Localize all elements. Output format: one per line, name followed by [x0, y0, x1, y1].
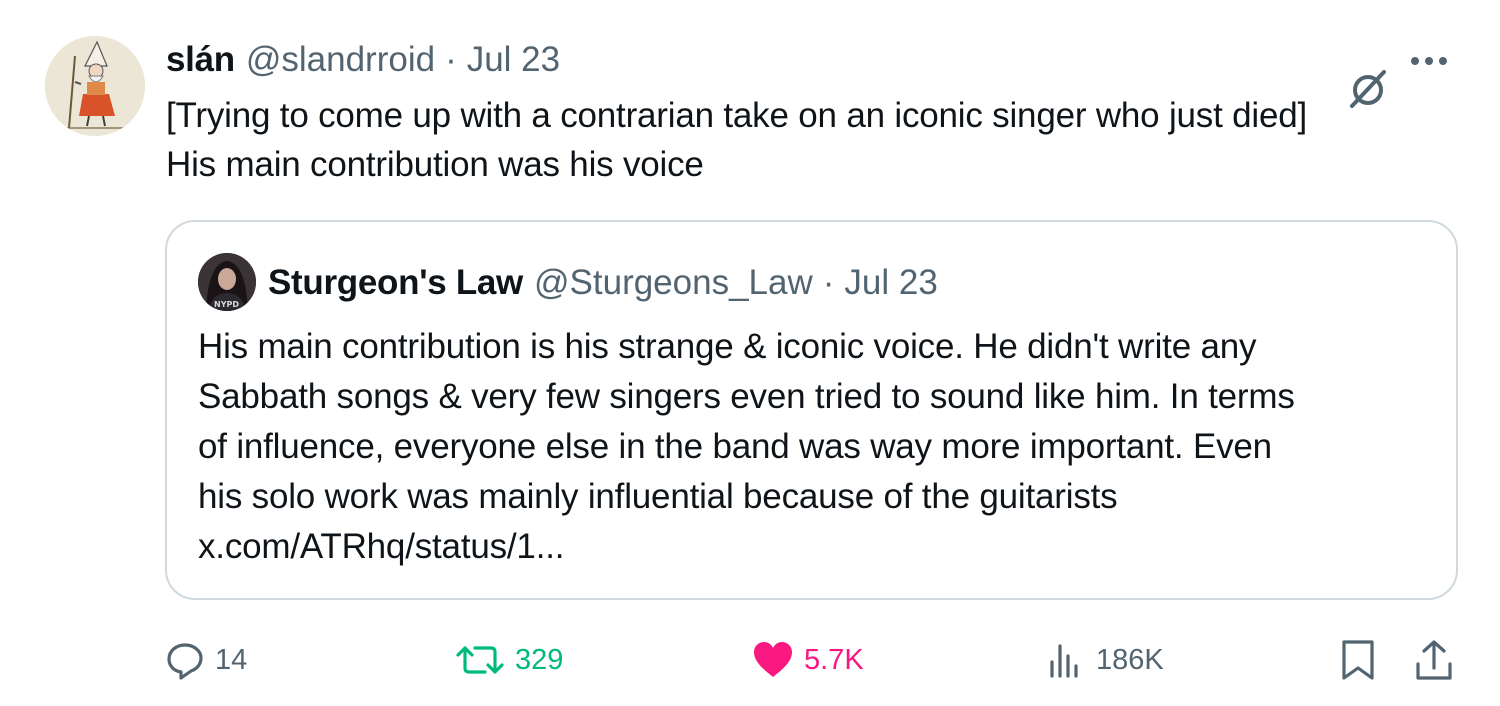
- separator-dot: ·: [445, 40, 457, 79]
- repost-button[interactable]: 329: [455, 630, 563, 690]
- quoted-tweet-header: Sturgeon's Law @Sturgeons_Law · Jul 23: [268, 261, 938, 305]
- quoted-author-handle[interactable]: @Sturgeons_Law: [534, 263, 813, 303]
- views-count: 186K: [1096, 643, 1164, 676]
- tweet: slán @slandrroid · Jul 23 [Trying to com…: [0, 0, 1500, 706]
- quoted-text-line: his solo work was mainly influential bec…: [198, 477, 1118, 516]
- quoted-text-line: x.com/ATRhq/status/1...: [198, 527, 565, 566]
- author-name[interactable]: slán: [166, 40, 235, 80]
- quoted-tweet-text: His main contribution is his strange & i…: [198, 322, 1438, 572]
- quoted-tweet-date[interactable]: Jul 23: [844, 263, 937, 303]
- bookmark-icon: [1342, 640, 1374, 680]
- heart-icon: [754, 642, 792, 677]
- repost-count: 329: [515, 643, 564, 676]
- quoted-text-line: His main contribution is his strange & i…: [198, 327, 1257, 366]
- reply-count: 14: [215, 643, 248, 676]
- tweet-date[interactable]: Jul 23: [467, 40, 560, 80]
- gnome-drawing-image: [45, 36, 145, 136]
- tweet-text: [Trying to come up with a contrarian tak…: [166, 91, 1466, 189]
- quoted-author-name[interactable]: Sturgeon's Law: [268, 263, 523, 303]
- reply-button[interactable]: 14: [165, 630, 247, 690]
- tweet-text-line: His main contribution was his voice: [166, 145, 704, 184]
- share-button[interactable]: [1414, 630, 1454, 690]
- quoted-text-line: Sabbath songs & very few singers even tr…: [198, 377, 1295, 416]
- author-avatar[interactable]: [45, 36, 145, 136]
- repost-icon: [456, 646, 504, 674]
- separator-dot: ·: [822, 263, 835, 302]
- reply-icon: [167, 643, 203, 680]
- share-icon: [1416, 640, 1452, 680]
- like-button[interactable]: 5.7K: [752, 630, 864, 690]
- avatar-shirt-text: NYPD: [214, 300, 239, 309]
- tweet-text-line: [Trying to come up with a contrarian tak…: [166, 96, 1308, 135]
- quoted-author-avatar[interactable]: NYPD: [198, 253, 256, 311]
- quoted-tweet[interactable]: NYPD Sturgeon's Law @Sturgeons_Law · Jul…: [165, 220, 1458, 600]
- action-bar: 14 329 5.7K 186K: [0, 630, 1500, 690]
- views-icon: [1050, 644, 1078, 678]
- author-handle[interactable]: @slandrroid: [246, 40, 435, 80]
- quoted-text-line: of influence, everyone else in the band …: [198, 427, 1272, 466]
- views-button[interactable]: 186K: [1046, 630, 1164, 690]
- more-icon[interactable]: [1411, 54, 1457, 68]
- like-count: 5.7K: [804, 643, 864, 676]
- bookmark-button[interactable]: [1338, 630, 1378, 690]
- tweet-header: slán @slandrroid · Jul 23: [166, 38, 560, 82]
